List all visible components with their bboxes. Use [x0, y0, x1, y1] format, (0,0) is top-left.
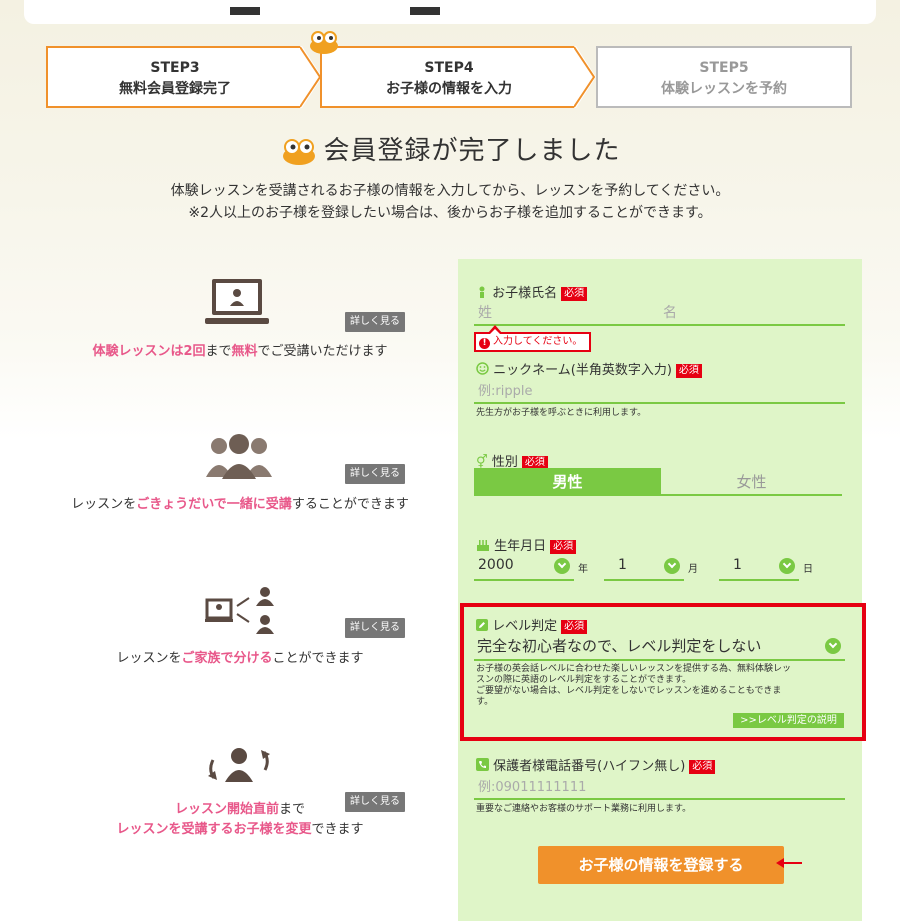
- last-name-input[interactable]: 姓: [478, 302, 492, 322]
- child-name-label: お子様氏名 必須: [476, 282, 588, 301]
- birth-day-select[interactable]: 1: [733, 557, 742, 573]
- name-underline: [474, 324, 845, 326]
- page-title: 会員登録が完了しました: [0, 130, 900, 167]
- step-5-label: 体験レッスンを予約: [661, 81, 787, 97]
- feature-text-segment: できます: [311, 822, 364, 837]
- mascot-icon: [283, 138, 316, 165]
- first-name-input[interactable]: 名: [663, 302, 677, 322]
- step-4-label: お子様の情報を入力: [386, 81, 512, 97]
- laptop-icon: [205, 279, 269, 324]
- feature-text-1: 体験レッスンは2回まで無料でご受講いただけます: [40, 340, 440, 359]
- more-button-3[interactable]: 詳しく見る: [345, 618, 405, 638]
- birthdate-label-text: 生年月日: [494, 539, 547, 554]
- required-badge: 必須: [561, 286, 588, 301]
- feature-text-2: レッスンをごきょうだいで一緒に受講することができます: [40, 493, 440, 512]
- feature-text-segment: まで: [205, 344, 232, 359]
- group-icon: [206, 434, 272, 479]
- step-3-number: STEP3: [150, 60, 200, 76]
- mascot-icon: [310, 31, 338, 54]
- nickname-note: 先生方がお子様を呼ぶときに利用します。: [476, 408, 647, 418]
- nickname-label-text: ニックネーム(半角英数字入力): [493, 363, 672, 378]
- nickname-label: ニックネーム(半角英数字入力) 必須: [476, 359, 702, 378]
- switch-user-icon: [208, 748, 270, 782]
- child-icon: [479, 286, 485, 298]
- feature-text-segment: 体験レッスンは2回: [92, 344, 206, 359]
- phone-label-text: 保護者様電話番号(ハイフン無し): [493, 759, 686, 774]
- page-description: 体験レッスンを受講されるお子様の情報を入力してから、レッスンを予約してください。…: [0, 180, 900, 224]
- description-line-2: ※2人以上のお子様を登録したい場合は、後からお子様を追加することができます。: [188, 205, 712, 221]
- arrow-left-icon: [776, 858, 802, 868]
- chevron-down-icon[interactable]: [554, 558, 570, 574]
- phone-underline: [474, 798, 845, 800]
- step-4-number: STEP4: [424, 60, 474, 76]
- chevron-down-icon[interactable]: [779, 558, 795, 574]
- gender-male-option[interactable]: 男性: [474, 468, 661, 496]
- name-error-text: 入力してください。: [493, 336, 583, 347]
- birthdate-label: 生年月日 必須: [476, 535, 577, 554]
- required-badge: 必須: [675, 363, 702, 378]
- family-share-icon: [205, 587, 274, 634]
- day-underline: [719, 579, 799, 581]
- feature-text-segment: レッスンを: [116, 651, 182, 666]
- phone-icon: [476, 758, 489, 771]
- gender-female-option[interactable]: 女性: [661, 468, 842, 496]
- smile-icon: [476, 362, 489, 375]
- step-5-number: STEP5: [699, 60, 749, 76]
- step-3-label: 無料会員登録完了: [119, 81, 231, 97]
- feature-text-segment: ご家族で分ける: [181, 651, 273, 666]
- phone-label: 保護者様電話番号(ハイフン無し) 必須: [476, 755, 716, 774]
- child-name-label-text: お子様氏名: [492, 286, 558, 301]
- feature-text-segment: レッスンを: [71, 497, 137, 512]
- register-child-button[interactable]: お子様の情報を登録する: [538, 846, 784, 884]
- month-unit: 月: [688, 564, 698, 575]
- feature-text-3: レッスンをご家族で分けることができます: [40, 647, 440, 666]
- error-icon: !: [479, 338, 490, 349]
- feature-text-segment: ごきょうだいで一緒に受講: [136, 497, 292, 512]
- highlight-frame: [460, 603, 866, 741]
- feature-text-segment: ことができます: [272, 651, 364, 666]
- year-unit: 年: [578, 564, 588, 575]
- nickname-input[interactable]: 例:ripple: [478, 380, 532, 399]
- error-tip-inner: [490, 329, 500, 334]
- feature-text-segment: することができます: [291, 497, 409, 512]
- nickname-underline: [474, 402, 845, 404]
- page-title-text: 会員登録が完了しました: [323, 136, 621, 166]
- feature-text-segment: レッスンを受講するお子様を変更: [116, 822, 312, 837]
- year-underline: [474, 579, 574, 581]
- step-4: STEP4 お子様の情報を入力: [320, 46, 576, 108]
- cake-icon: [477, 540, 489, 551]
- top-decoration: [230, 0, 670, 15]
- feature-text-segment: レッスン開始直前: [174, 802, 279, 817]
- phone-input[interactable]: 例:09011111111: [478, 776, 586, 795]
- required-badge: 必須: [689, 759, 716, 774]
- required-badge: 必須: [550, 539, 577, 554]
- feature-text-segment: 無料: [231, 344, 258, 359]
- feature-text-4: レッスン開始直前まで レッスンを受講するお子様を変更できます: [40, 800, 440, 840]
- step-5: STEP5 体験レッスンを予約: [596, 46, 852, 108]
- more-button-1[interactable]: 詳しく見る: [345, 312, 405, 332]
- step-3: STEP3 無料会員登録完了: [46, 46, 302, 108]
- description-line-1: 体験レッスンを受講されるお子様の情報を入力してから、レッスンを予約してください。: [170, 183, 730, 199]
- name-error-message: ! 入力してください。: [474, 332, 591, 352]
- birth-month-select[interactable]: 1: [618, 557, 627, 573]
- more-button-2[interactable]: 詳しく見る: [345, 464, 405, 484]
- chevron-down-icon[interactable]: [664, 558, 680, 574]
- feature-text-segment: でご受講いただけます: [257, 344, 388, 359]
- phone-note: 重要なご連絡やお客様のサポート業務に利用します。: [476, 804, 692, 814]
- day-unit: 日: [803, 564, 813, 575]
- birth-year-select[interactable]: 2000: [478, 557, 514, 573]
- feature-text-segment: まで: [279, 802, 306, 817]
- month-underline: [604, 579, 684, 581]
